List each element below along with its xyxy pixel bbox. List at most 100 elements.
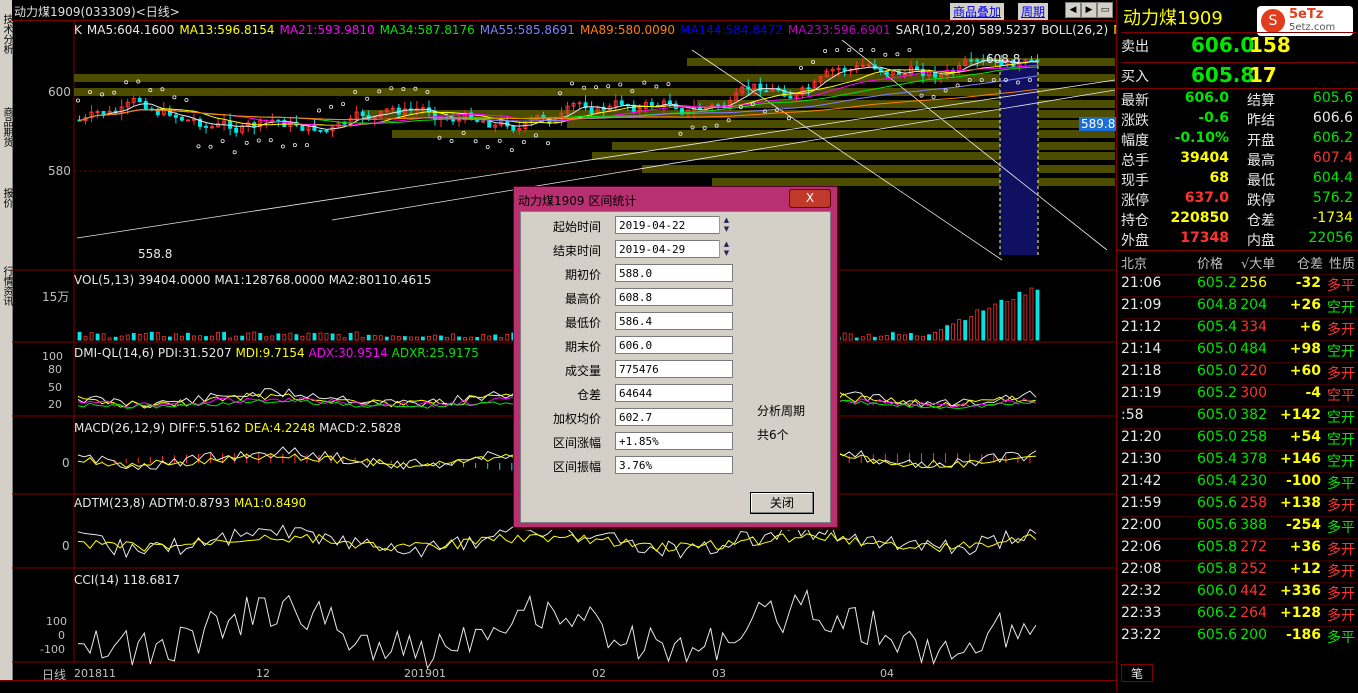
low-price-annotation: 558.8 [138, 247, 173, 261]
tick-price: 605.0 [1197, 341, 1238, 357]
sar-dot [196, 144, 201, 149]
ticks-tab[interactable]: 笔 [1121, 664, 1153, 682]
candle-body [228, 120, 233, 129]
volume-bar [915, 335, 919, 341]
stat-value-field[interactable]: 588.0 [615, 264, 733, 282]
tick-nature: 多平 [1327, 278, 1355, 294]
stat-value-field[interactable]: +1.85% [615, 432, 733, 450]
tab-technical-analysis[interactable]: 技术分析 [0, 2, 12, 66]
sar-dot [341, 101, 346, 106]
volume-bar [1023, 294, 1028, 341]
candle-body [806, 87, 811, 90]
date-picker-field[interactable]: 2019-04-22 [615, 216, 733, 234]
stat-value-field[interactable]: 608.8 [615, 288, 733, 306]
stat-value: 576.2 [1312, 190, 1353, 206]
stat-label: 涨跌 [1121, 113, 1149, 129]
tick-time: :58 [1121, 407, 1144, 423]
sar-dot [823, 48, 828, 53]
sar-dot [799, 65, 804, 70]
stat-value-field[interactable]: 606.0 [615, 336, 733, 354]
stat-value-field[interactable]: 602.7 [615, 408, 733, 426]
adtm-value: ADTM(23,8) ADTM:0.8793 [74, 496, 231, 510]
stat-label: 幅度 [1121, 133, 1149, 149]
volume-bar [372, 334, 377, 341]
candle-body [716, 104, 721, 107]
tick-nature: 多开 [1327, 564, 1355, 580]
stat-value-field[interactable]: 775476 [615, 360, 733, 378]
candle-body [312, 124, 317, 131]
tick-nature: 多开 [1327, 608, 1355, 624]
scroll-right-icon[interactable]: ▶ [1081, 2, 1097, 18]
macd-legend: MACD(26,12,9) DIFF:5.5162 DEA:4.2248 MAC… [74, 421, 401, 435]
date-picker-field[interactable]: 2019-04-29 [615, 240, 733, 258]
volume-bar [354, 331, 359, 341]
dmi-adxr: ADXR:25.9175 [391, 346, 479, 360]
spinner-icon[interactable]: ▲ ▼ [719, 240, 733, 258]
volume-bar [1011, 299, 1016, 341]
main-legend-item: MA233:596.6901 [787, 23, 891, 37]
candle-body [649, 102, 654, 106]
main-legend-item: K [74, 23, 82, 37]
main-legend-item: MA21:593.9810 [279, 23, 375, 37]
main-legend-item: SAR(10,2,20) 589.5237 [895, 23, 1037, 37]
stat-value: 606.6 [1312, 110, 1353, 126]
sar-dot [232, 150, 237, 155]
overlay-commodity-link[interactable]: 商品叠加 [950, 3, 1005, 20]
stat-value: 605.6 [1312, 90, 1353, 106]
tick-price: 605.2 [1197, 385, 1238, 401]
tick-oi-change: +138 [1280, 495, 1321, 511]
volume-bar [186, 332, 190, 341]
tick-volume: 264 [1240, 605, 1267, 621]
stat-label: 昨结 [1247, 113, 1275, 129]
tab-news[interactable]: 行情资讯 [0, 254, 12, 318]
volume-bar [842, 332, 847, 341]
volume-bar [89, 332, 94, 341]
sar-dot [907, 47, 912, 52]
volume-bar [342, 337, 347, 341]
volume-bar [463, 337, 468, 341]
stat-value: 68 [1209, 170, 1229, 186]
period-link[interactable]: 周期 [1018, 3, 1049, 20]
tick-nature: 多开 [1327, 542, 1355, 558]
volume-bar [101, 333, 106, 341]
close-icon[interactable]: X [789, 189, 831, 208]
close-button[interactable]: 关闭 [750, 492, 814, 514]
tab-commodity-futures[interactable]: 商品期货 [0, 92, 12, 162]
col-price: 价格 [1197, 257, 1224, 272]
stat-value-field[interactable]: 64644 [615, 384, 733, 402]
tab-quote[interactable]: 报价 [0, 178, 12, 218]
stat-value: 17348 [1180, 230, 1229, 246]
candle-body [884, 70, 889, 76]
restore-icon[interactable]: ▭ [1097, 2, 1113, 18]
sar-dot [871, 47, 876, 52]
spinner-icon[interactable]: ▲ ▼ [719, 216, 733, 234]
stat-value-field[interactable]: 586.4 [615, 312, 733, 330]
volume-bar [872, 336, 877, 341]
sar-dot [654, 84, 659, 89]
candle-body [619, 100, 624, 105]
vol-legend: VOL(5,13) 39404.0000 MA1:128768.0000 MA2… [74, 273, 432, 287]
logo-icon: S [1261, 9, 1285, 33]
tick-nature: 多平 [1327, 476, 1355, 492]
sar-dot [847, 47, 852, 52]
candle-body [746, 86, 751, 90]
tick-row: 22:06 605.8 272 +36 多开 [1121, 538, 1357, 559]
sar-dot [268, 138, 273, 143]
tick-oi-change: +142 [1280, 407, 1321, 423]
volume-bar [981, 310, 986, 341]
sar-dot [184, 97, 189, 102]
volume-bar [246, 332, 251, 341]
field-label: 起始时间 [552, 220, 601, 234]
volume-bar [1035, 289, 1040, 341]
scroll-left-icon[interactable]: ◀ [1065, 2, 1081, 18]
volume-bar [137, 334, 142, 341]
tick-price: 605.4 [1197, 473, 1238, 489]
tick-price: 605.0 [1197, 363, 1238, 379]
field-label: 最低价 [564, 316, 601, 330]
volume-bar [216, 332, 220, 341]
range-statistics-dialog: 动力煤1909 区间统计 X 起始时间 2019-04-22 ▲ ▼ 结束时间 2019-… [513, 186, 838, 528]
volume-bar [300, 335, 305, 341]
volume-bar [180, 335, 184, 341]
stat-value: 637.0 [1184, 190, 1229, 206]
stat-value-field[interactable]: 3.76% [615, 456, 733, 474]
